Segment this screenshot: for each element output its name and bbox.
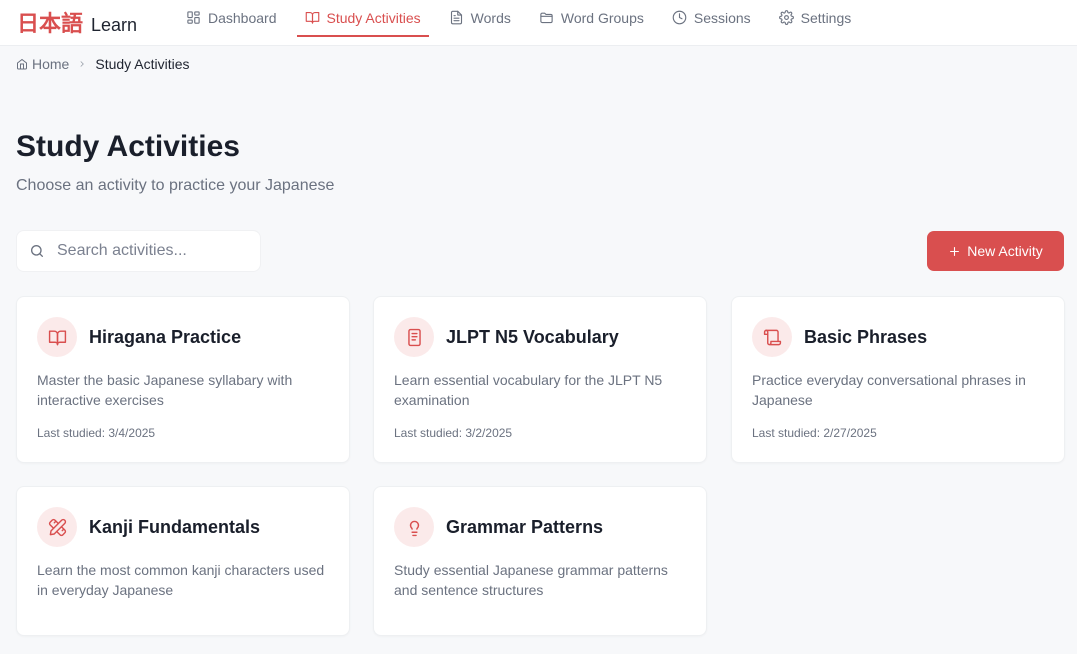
- breadcrumb-home-link[interactable]: Home: [16, 56, 69, 72]
- nav-study-activities[interactable]: Study Activities: [296, 0, 429, 37]
- home-icon: [17, 58, 27, 70]
- search-icon: [31, 245, 43, 257]
- book-open-icon: [305, 11, 319, 24]
- nav-sessions-label: Sessions: [693, 9, 751, 26]
- breadcrumb-current: Study Activities: [95, 56, 190, 72]
- nav-word-groups[interactable]: Word Groups: [531, 0, 652, 37]
- app-logo[interactable]: 日本語 Learn: [17, 6, 137, 38]
- activity-title: Grammar Patterns: [446, 517, 604, 537]
- activity-title: Hiragana Practice: [89, 327, 242, 347]
- nav-settings[interactable]: Settings: [771, 0, 860, 37]
- top-navigation-bar: 日本語 Learn Dashboard Study Activities Wor…: [0, 0, 1077, 46]
- folder-icon: [540, 12, 553, 24]
- scroll-icon: [763, 329, 781, 345]
- nav-words[interactable]: Words: [441, 0, 519, 37]
- activity-description: Master the basic Japanese syllabary with…: [37, 372, 293, 408]
- nav-study-activities-label: Study Activities: [326, 9, 421, 26]
- nav-words-label: Words: [470, 9, 511, 26]
- activity-title: Basic Phrases: [804, 327, 928, 347]
- activity-card-hiragana-practice[interactable]: Hiragana Practice Master the basic Japan…: [16, 296, 350, 463]
- activity-icon-badge: [394, 507, 434, 547]
- lightbulb-icon: [409, 520, 419, 536]
- book-open-icon: [48, 329, 66, 345]
- logo-japanese-text: 日本語: [17, 12, 84, 37]
- gear-icon: [778, 10, 794, 25]
- nav-dashboard-label: Dashboard: [208, 9, 277, 26]
- activity-icon-badge: [752, 317, 792, 357]
- notebook-icon: [407, 328, 421, 346]
- activity-card-jlpt-n5-vocabulary[interactable]: JLPT N5 Vocabulary Learn essential vocab…: [373, 296, 707, 463]
- activity-last-studied: Last studied: 3/2/2025: [394, 426, 513, 440]
- activity-card-kanji-fundamentals[interactable]: Kanji Fundamentals Learn the most common…: [16, 486, 350, 636]
- logo-text: Learn: [91, 15, 138, 35]
- activity-title: Kanji Fundamentals: [89, 517, 261, 537]
- new-activity-button[interactable]: New Activity: [927, 231, 1064, 271]
- activity-description: Practice everyday conversational phrases…: [752, 372, 1026, 408]
- search-input[interactable]: [57, 242, 247, 260]
- activity-description: Learn essential vocabulary for the JLPT …: [394, 372, 663, 408]
- search-box: [16, 230, 261, 272]
- main-nav: Dashboard Study Activities Words Word Gr…: [178, 0, 871, 46]
- activity-card-grammar-patterns[interactable]: Grammar Patterns Study essential Japanes…: [373, 486, 707, 636]
- activity-title: JLPT N5 Vocabulary: [446, 327, 619, 347]
- clock-icon: [672, 10, 687, 25]
- document-icon: [450, 10, 462, 25]
- activity-description: Study essential Japanese grammar pattern…: [394, 562, 668, 598]
- activity-description: Learn the most common kanji characters u…: [37, 562, 325, 598]
- breadcrumb: Home Study Activities: [16, 56, 190, 72]
- activity-last-studied: Last studied: 3/4/2025: [37, 426, 156, 440]
- activity-icon-badge: [37, 507, 77, 547]
- activity-icon-badge: [37, 317, 77, 357]
- chevron-right-icon: [80, 61, 85, 67]
- activity-card-basic-phrases[interactable]: Basic Phrases Practice everyday conversa…: [731, 296, 1065, 463]
- nav-dashboard[interactable]: Dashboard: [178, 0, 285, 37]
- nav-word-groups-label: Word Groups: [560, 9, 644, 26]
- activity-icon-badge: [394, 317, 434, 357]
- page-title: Study Activities: [16, 130, 240, 163]
- plus-icon: [950, 246, 960, 256]
- nav-settings-label: Settings: [800, 9, 852, 26]
- nav-sessions[interactable]: Sessions: [664, 0, 759, 37]
- activity-last-studied: Last studied: 2/27/2025: [752, 426, 877, 440]
- breadcrumb-home-label: Home: [32, 56, 70, 72]
- page-subtitle: Choose an activity to practice your Japa…: [16, 177, 335, 194]
- new-activity-label: New Activity: [967, 243, 1043, 259]
- pencil-ruler-icon: [48, 518, 66, 536]
- dashboard-grid-icon: [187, 11, 200, 24]
